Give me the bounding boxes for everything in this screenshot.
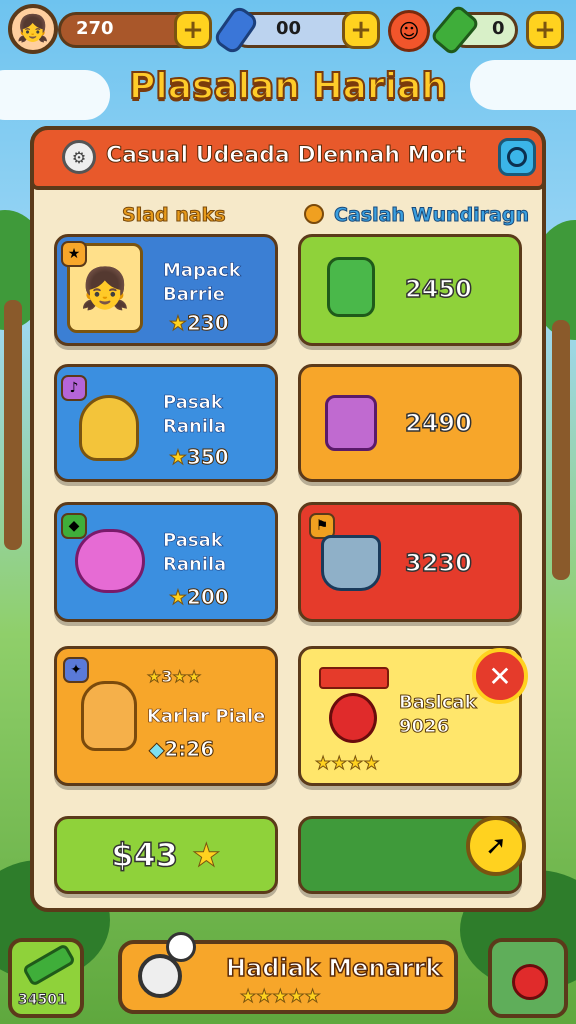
card-8-rating: ★★★★: [315, 753, 381, 775]
card-4-rating-value: 3: [161, 667, 173, 687]
card-1-price-value: 230: [186, 311, 229, 336]
star-icon: ★: [169, 311, 188, 336]
green-jug-icon: [327, 257, 375, 317]
green-bar-icon: [21, 942, 77, 988]
card-1-name: Mapack Barrie: [163, 260, 241, 306]
shop-card-7[interactable]: ⚑ 3230: [298, 502, 522, 622]
shop-card-1[interactable]: 👧 ★ Mapack Barrie ★230: [54, 234, 278, 346]
buy-button[interactable]: $43 ★: [54, 816, 278, 894]
pink-creature-icon: [75, 529, 145, 593]
card-4-price: ◆2:26: [148, 737, 215, 762]
avatar[interactable]: 👧: [8, 4, 58, 54]
right-column-heading: Caslah Wundiragn: [334, 204, 530, 227]
note-badge: ♪: [61, 375, 87, 401]
joystick-icon: [512, 964, 548, 1000]
card-3-name: Pasak Ranila: [163, 530, 227, 576]
alarm-icon: [166, 932, 196, 962]
page-title: Plasalan Hariah: [128, 65, 448, 108]
daily-reward-label: Hadiak Menarrk: [225, 953, 442, 983]
left-bottom-count: 34501: [18, 992, 68, 1009]
card-4-name: Karlar Piale: [147, 706, 266, 728]
add-coins-button[interactable]: +: [174, 11, 212, 49]
card-2-price-value: 350: [186, 445, 229, 470]
shop-card-3[interactable]: ◆ Pasak Ranila ★200: [54, 502, 278, 622]
purple-suitcase-icon: [325, 395, 377, 451]
settings-icon[interactable]: ⚙: [62, 140, 96, 174]
star-icon: ★: [169, 445, 188, 470]
orange-cat-icon: [81, 681, 137, 751]
smiley-button[interactable]: ☺: [388, 10, 430, 52]
new-badge: ★: [61, 241, 87, 267]
card-1-price: ★230: [169, 311, 230, 336]
gem-icon: ◆: [148, 737, 165, 762]
shop-card-4[interactable]: ✦ ★3★★ Karlar Piale ◆2:26: [54, 646, 278, 786]
plus-icon: +: [534, 15, 556, 45]
gem-count: 00: [276, 18, 302, 39]
daily-reward-stars: ★★★★★: [240, 986, 322, 1008]
shop-card-6[interactable]: 2490: [298, 364, 522, 482]
star-icon: ★: [169, 585, 188, 610]
red-apple-icon: [329, 693, 377, 743]
joystick-button[interactable]: [488, 938, 568, 1018]
smiley-icon: ☺: [398, 19, 420, 43]
card-2-price: ★350: [169, 445, 230, 470]
cursor-icon: ➚: [485, 831, 507, 861]
puzzle-badge: ✦: [63, 657, 89, 683]
buy-price: $43: [111, 835, 179, 875]
left-column-heading: Slad naks: [122, 204, 227, 227]
close-icon: ✕: [488, 659, 512, 693]
card-5-value: 2450: [404, 274, 472, 304]
plus-icon: +: [350, 15, 372, 45]
compass-icon: [304, 204, 324, 224]
card-3-price-value: 200: [186, 585, 229, 610]
card-4-price-value: 2:26: [164, 737, 215, 762]
shop-card-5[interactable]: 2450: [298, 234, 522, 346]
left-bottom-button[interactable]: 34501: [8, 938, 84, 1018]
card-8-name: Baslcak 9026: [399, 692, 478, 738]
close-button[interactable]: ✕: [472, 648, 528, 704]
blue-cauldron-icon: [321, 535, 381, 591]
card-2-name: Pasak Ranila: [163, 392, 227, 438]
add-energy-button[interactable]: +: [526, 11, 564, 49]
panel-header-title: Casual Udeada Dlennah Mort: [105, 143, 467, 169]
energy-count: 0: [492, 18, 505, 39]
add-gems-button[interactable]: +: [342, 11, 380, 49]
search-button[interactable]: [498, 138, 536, 176]
card-7-value: 3230: [404, 548, 472, 578]
card-3-price: ★200: [169, 585, 230, 610]
search-icon: [507, 147, 527, 167]
card-6-value: 2490: [404, 408, 472, 438]
girl-avatar-icon: 👧: [16, 14, 50, 44]
ribbon-icon: [319, 667, 389, 689]
shop-card-2[interactable]: ♪ Pasak Ranila ★350: [54, 364, 278, 482]
card-4-rating: ★3★★: [146, 667, 202, 687]
gem-badge: ◆: [61, 513, 87, 539]
yellow-creature-icon: [79, 395, 139, 461]
coin-count: 270: [76, 18, 114, 39]
cursor-badge[interactable]: ➚: [466, 816, 526, 876]
star-icon: ★: [192, 836, 222, 875]
plus-icon: +: [182, 15, 204, 45]
